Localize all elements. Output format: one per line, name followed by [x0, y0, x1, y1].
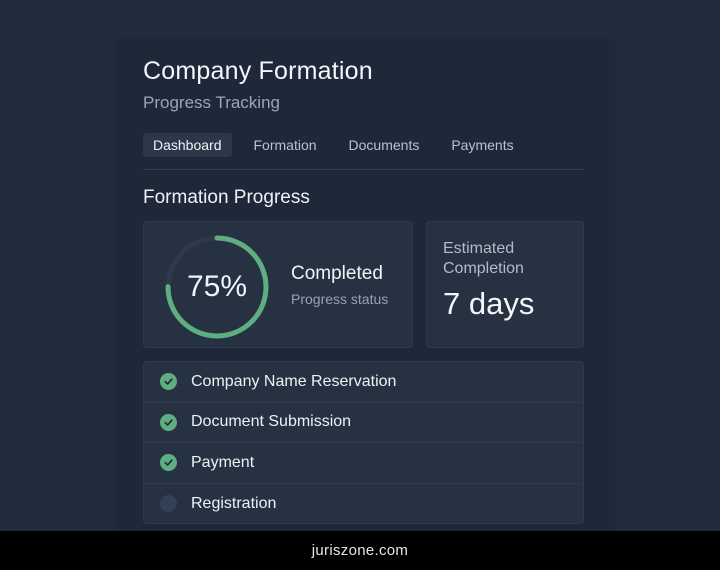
tab-payments[interactable]: Payments [441, 133, 523, 157]
check-circle-icon [160, 454, 177, 472]
steps-list: Company Name Reservation Document Submis… [143, 361, 584, 524]
page-title: Company Formation [143, 57, 373, 85]
step-item-payment: Payment [144, 443, 583, 484]
tab-formation[interactable]: Formation [244, 133, 327, 157]
section-title: Formation Progress [143, 187, 310, 208]
tab-dashboard[interactable]: Dashboard [143, 133, 232, 157]
step-label: Company Name Reservation [191, 372, 397, 390]
step-item-document-submission: Document Submission [144, 403, 583, 443]
pending-circle-icon [160, 495, 177, 513]
progress-ring: 75% [164, 234, 270, 340]
progress-status-label: Completed [291, 263, 383, 284]
estimate-label: Estimated Completion [443, 240, 524, 277]
step-label: Registration [191, 494, 277, 512]
footer-site-text: juriszone.com [311, 542, 409, 559]
estimate-value: 7 days [443, 286, 535, 321]
check-circle-icon [160, 413, 177, 431]
estimate-card: Estimated Completion 7 days [426, 221, 584, 348]
progress-card: 75% Completed Progress status [143, 221, 413, 348]
step-item-registration: Registration [144, 484, 583, 524]
step-item-name-reservation: Company Name Reservation [144, 362, 583, 403]
progress-percent: 75% [186, 270, 248, 303]
step-label: Document Submission [191, 413, 352, 431]
step-label: Payment [191, 453, 255, 471]
tab-bar: Dashboard Formation Documents Payments [143, 133, 536, 157]
page-subtitle: Progress Tracking [143, 93, 280, 112]
footer-bar: juriszone.com [0, 531, 720, 570]
check-circle-icon [160, 373, 177, 391]
tab-documents[interactable]: Documents [339, 133, 430, 157]
progress-status-sub: Progress status [291, 291, 389, 307]
tab-divider [143, 169, 584, 170]
